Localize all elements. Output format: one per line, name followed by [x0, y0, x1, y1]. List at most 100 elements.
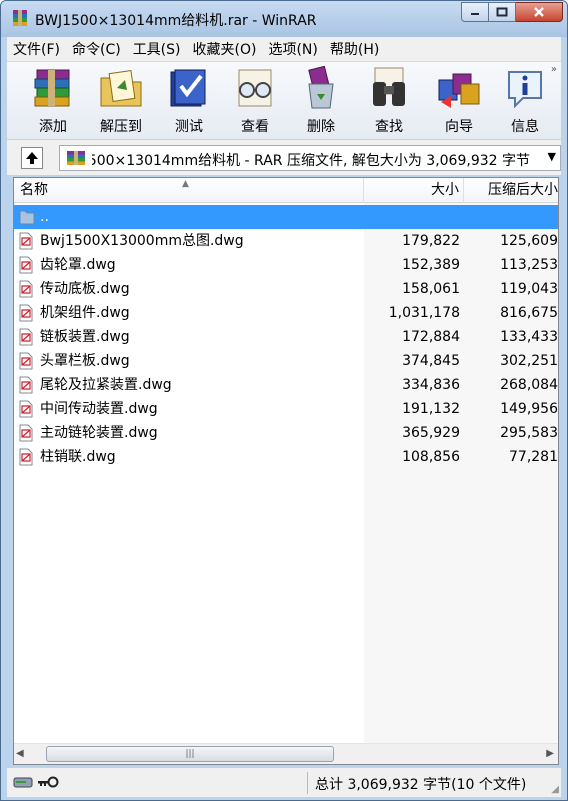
- file-row[interactable]: 链板装置.dwg 172,884 133,433: [14, 325, 558, 349]
- dropdown-arrow-icon[interactable]: ▼: [548, 150, 556, 163]
- test-check-icon: [170, 69, 206, 107]
- status-text: 总计 3,069,932 字节(10 个文件): [315, 777, 527, 793]
- menu-bar: 文件(F) 命令(C) 工具(S) 收藏夹(O) 选项(N) 帮助(H): [7, 37, 561, 61]
- file-size: 374,845: [402, 353, 460, 369]
- dwg-file-icon: [19, 352, 33, 370]
- column-header-name-label: 名称: [20, 182, 48, 198]
- dwg-file-icon: [19, 400, 33, 418]
- up-folder-button[interactable]: [21, 147, 43, 169]
- title-bar[interactable]: BWJ1500×13014mm给料机.rar - WinRAR: [1, 1, 567, 37]
- menu-favorites[interactable]: 收藏夹(O): [187, 39, 263, 59]
- address-text-container: BWJ1500×13014mm给料机 - RAR 压缩文件, 解包大小为 3,0…: [92, 150, 530, 170]
- view-button[interactable]: 查看: [223, 66, 287, 136]
- window-title: BWJ1500×13014mm给料机.rar - WinRAR: [35, 13, 317, 29]
- key-icon[interactable]: [37, 775, 59, 789]
- address-bar: BWJ1500×13014mm给料机 - RAR 压缩文件, 解包大小为 3,0…: [7, 139, 561, 175]
- dwg-file-icon: [19, 448, 33, 466]
- books-add-icon: [34, 69, 70, 107]
- dwg-file-icon: [19, 304, 33, 322]
- file-row[interactable]: 中间传动装置.dwg 191,132 149,956: [14, 397, 558, 421]
- file-row[interactable]: 柱销联.dwg 108,856 77,281: [14, 445, 558, 469]
- maximize-button[interactable]: [489, 2, 516, 22]
- resize-grip-icon[interactable]: ◢: [551, 784, 559, 795]
- file-size: 108,856: [402, 449, 460, 465]
- window-controls: [461, 2, 563, 22]
- info-label: 信息: [511, 119, 539, 135]
- add-label: 添加: [39, 119, 67, 135]
- file-packed-size: 149,956: [500, 401, 558, 417]
- file-size: 334,836: [402, 377, 460, 393]
- file-size: 191,132: [402, 401, 460, 417]
- menu-help[interactable]: 帮助(H): [324, 39, 385, 59]
- maximize-icon: [496, 7, 508, 17]
- minimize-button[interactable]: [461, 2, 489, 22]
- file-row[interactable]: 主动链轮装置.dwg 365,929 295,583: [14, 421, 558, 445]
- test-button[interactable]: 测试: [157, 66, 221, 136]
- file-row[interactable]: 传动底板.dwg 158,061 119,043: [14, 277, 558, 301]
- menu-file[interactable]: 文件(F): [7, 39, 66, 59]
- menu-tools[interactable]: 工具(S): [127, 39, 187, 59]
- file-packed-size: 125,609: [500, 233, 558, 249]
- toolbar-overflow-chevron-icon[interactable]: »: [551, 64, 557, 75]
- file-packed-size: 113,253: [500, 257, 558, 273]
- up-arrow-icon: [26, 152, 38, 164]
- file-name: Bwj1500X13000mm总图.dwg: [40, 233, 244, 249]
- rar-archive-icon: [67, 151, 85, 165]
- extract-folder-icon: [100, 70, 142, 107]
- scroll-thumb[interactable]: |||: [46, 746, 334, 762]
- file-name: 链板装置.dwg: [40, 329, 130, 345]
- wizard-button[interactable]: 向导: [427, 66, 491, 136]
- delete-button[interactable]: 删除: [289, 66, 353, 136]
- column-header-name[interactable]: 名称 ▲: [14, 178, 364, 203]
- file-size: 179,822: [402, 233, 460, 249]
- file-size: 158,061: [402, 281, 460, 297]
- file-list[interactable]: 名称 ▲ 大小 压缩后大小 .. Bwj1500X13000mm总图.dwg 179…: [13, 177, 559, 765]
- column-header-size[interactable]: 大小: [364, 178, 464, 203]
- status-icons: [13, 775, 59, 789]
- column-header-packed[interactable]: 压缩后大小: [464, 178, 558, 203]
- list-header: 名称 ▲ 大小 压缩后大小: [14, 178, 558, 203]
- delete-recycle-icon: [308, 66, 334, 109]
- column-header-packed-label: 压缩后大小: [488, 182, 558, 198]
- address-combobox[interactable]: BWJ1500×13014mm给料机 - RAR 压缩文件, 解包大小为 3,0…: [59, 145, 561, 171]
- extract-to-button[interactable]: 解压到: [89, 66, 153, 136]
- find-button[interactable]: 查找: [357, 66, 421, 136]
- delete-label: 删除: [307, 119, 335, 135]
- close-icon: [534, 7, 544, 17]
- menu-options[interactable]: 选项(N): [262, 39, 323, 59]
- menu-commands[interactable]: 命令(C): [66, 39, 127, 59]
- dwg-file-icon: [19, 280, 33, 298]
- scroll-left-icon[interactable]: ◀: [16, 748, 24, 759]
- file-name: 尾轮及拉紧装置.dwg: [40, 377, 172, 393]
- parent-folder-row[interactable]: ..: [14, 205, 558, 229]
- info-icon: [508, 71, 542, 109]
- horizontal-scrollbar[interactable]: ◀ ||| ▶: [14, 743, 558, 764]
- file-packed-size: 302,251: [500, 353, 558, 369]
- info-button[interactable]: 信息: [493, 66, 557, 136]
- file-name: 头罩栏板.dwg: [40, 353, 130, 369]
- close-button[interactable]: [516, 2, 563, 22]
- view-label: 查看: [241, 119, 269, 135]
- file-row[interactable]: 尾轮及拉紧装置.dwg 334,836 268,084: [14, 373, 558, 397]
- scroll-right-icon[interactable]: ▶: [546, 748, 554, 759]
- file-packed-size: 268,084: [500, 377, 558, 393]
- add-button[interactable]: 添加: [21, 66, 85, 136]
- file-row[interactable]: 头罩栏板.dwg 374,845 302,251: [14, 349, 558, 373]
- file-size: 152,389: [402, 257, 460, 273]
- file-name: 柱销联.dwg: [40, 449, 116, 465]
- file-size: 365,929: [402, 425, 460, 441]
- extract-to-label: 解压到: [100, 119, 142, 135]
- sort-ascending-icon: ▲: [182, 179, 189, 189]
- file-row[interactable]: 齿轮罩.dwg 152,389 113,253: [14, 253, 558, 277]
- test-label: 测试: [175, 119, 203, 135]
- column-header-size-label: 大小: [431, 182, 459, 198]
- file-name: ..: [40, 209, 49, 225]
- drive-icon[interactable]: [13, 775, 33, 789]
- wizard-icon: [438, 73, 480, 108]
- folder-icon: [19, 210, 35, 225]
- view-glasses-icon: [238, 69, 272, 107]
- file-name: 主动链轮装置.dwg: [40, 425, 158, 441]
- file-row[interactable]: Bwj1500X13000mm总图.dwg 179,822 125,609: [14, 229, 558, 253]
- winrar-app-icon: [13, 10, 27, 26]
- file-row[interactable]: 机架组件.dwg 1,031,178 816,675: [14, 301, 558, 325]
